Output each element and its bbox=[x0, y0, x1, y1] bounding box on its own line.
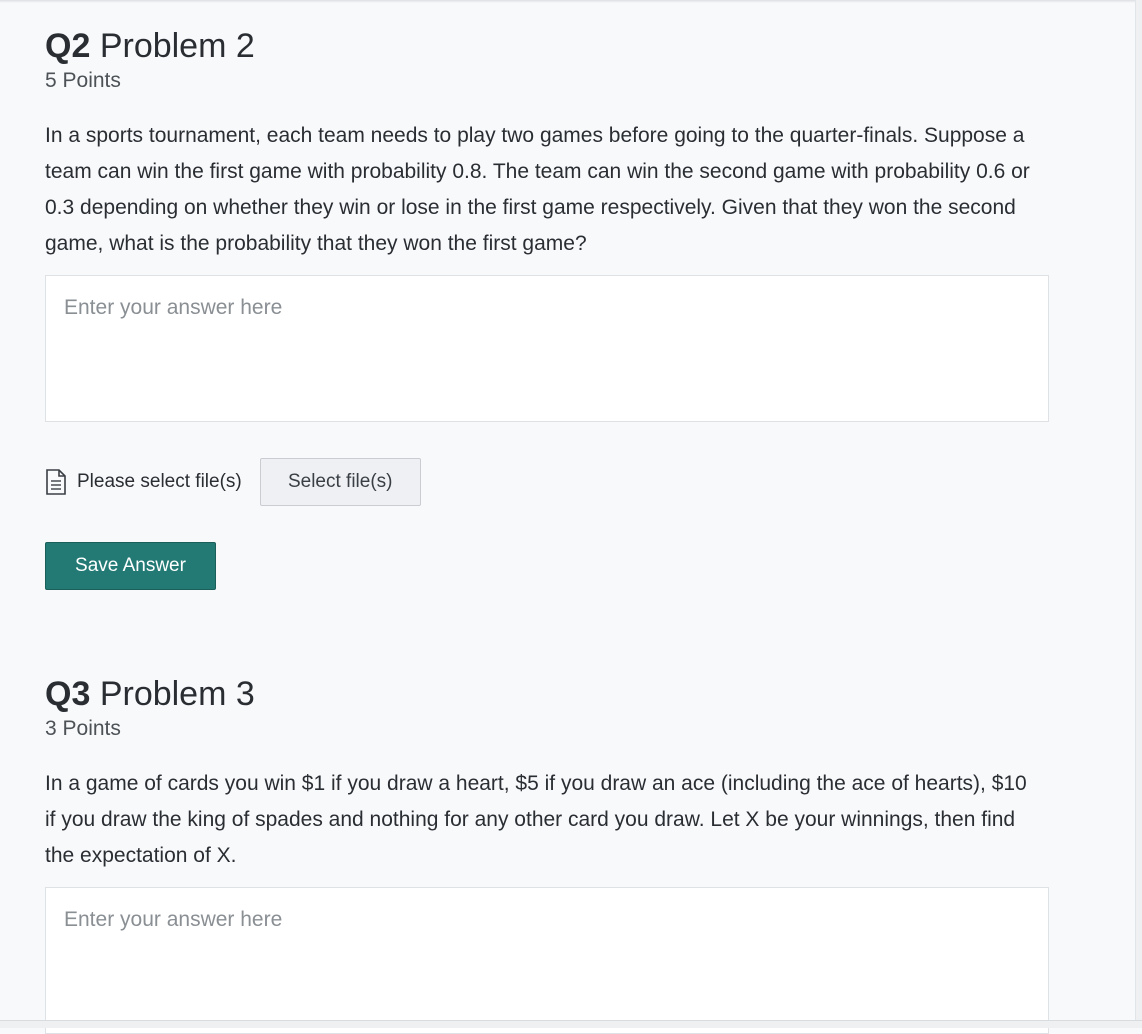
select-files-button[interactable]: Select file(s) bbox=[259, 458, 421, 506]
question-title: Q2 Problem 2 bbox=[45, 26, 1049, 66]
answer-input-q3[interactable] bbox=[45, 887, 1049, 1034]
question-number: Q3 bbox=[45, 675, 91, 713]
save-answer-button[interactable]: Save Answer bbox=[45, 542, 216, 590]
file-upload-row: Please select file(s) Select file(s) bbox=[45, 458, 421, 506]
document-icon bbox=[45, 469, 67, 495]
answer-input-q2[interactable] bbox=[45, 275, 1049, 422]
question-title-text: Problem 3 bbox=[99, 675, 255, 713]
question-text: In a sports tournament, each team needs … bbox=[45, 124, 1030, 255]
question-title: Q3 Problem 3 bbox=[45, 674, 1049, 714]
question-3: Q3 Problem 3 3 Points In a game of cards… bbox=[45, 674, 1049, 874]
bottom-edge bbox=[0, 1020, 1142, 1028]
question-title-text: Problem 2 bbox=[99, 27, 255, 65]
file-select-label: Please select file(s) bbox=[77, 471, 242, 492]
question-points: 5 Points bbox=[45, 69, 121, 92]
question-2: Q2 Problem 2 5 Points In a sports tourna… bbox=[45, 26, 1049, 262]
top-shadow bbox=[0, 0, 1135, 3]
question-points: 3 Points bbox=[45, 717, 121, 740]
scroll-edge bbox=[1135, 0, 1142, 1028]
question-number: Q2 bbox=[45, 27, 91, 65]
question-text: In a game of cards you win $1 if you dra… bbox=[45, 772, 1027, 867]
